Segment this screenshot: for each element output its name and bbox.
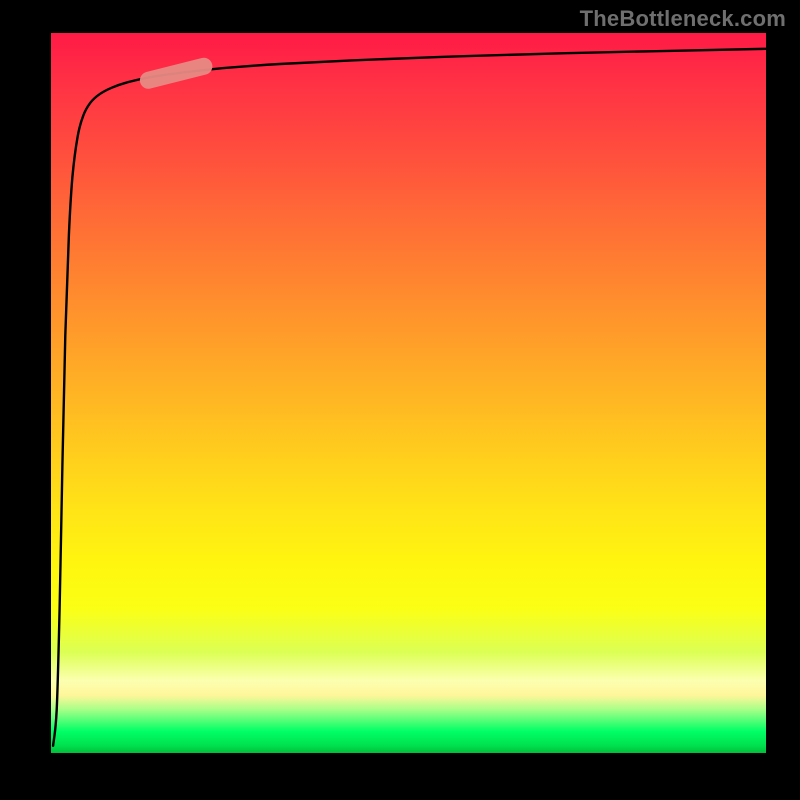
chart-curve-layer [51,33,766,753]
chart-highlight-segment [148,66,204,80]
image-root: TheBottleneck.com [0,0,800,800]
chart-plot-area [51,33,766,753]
chart-curve-path [53,49,766,746]
attribution-text: TheBottleneck.com [580,6,786,32]
